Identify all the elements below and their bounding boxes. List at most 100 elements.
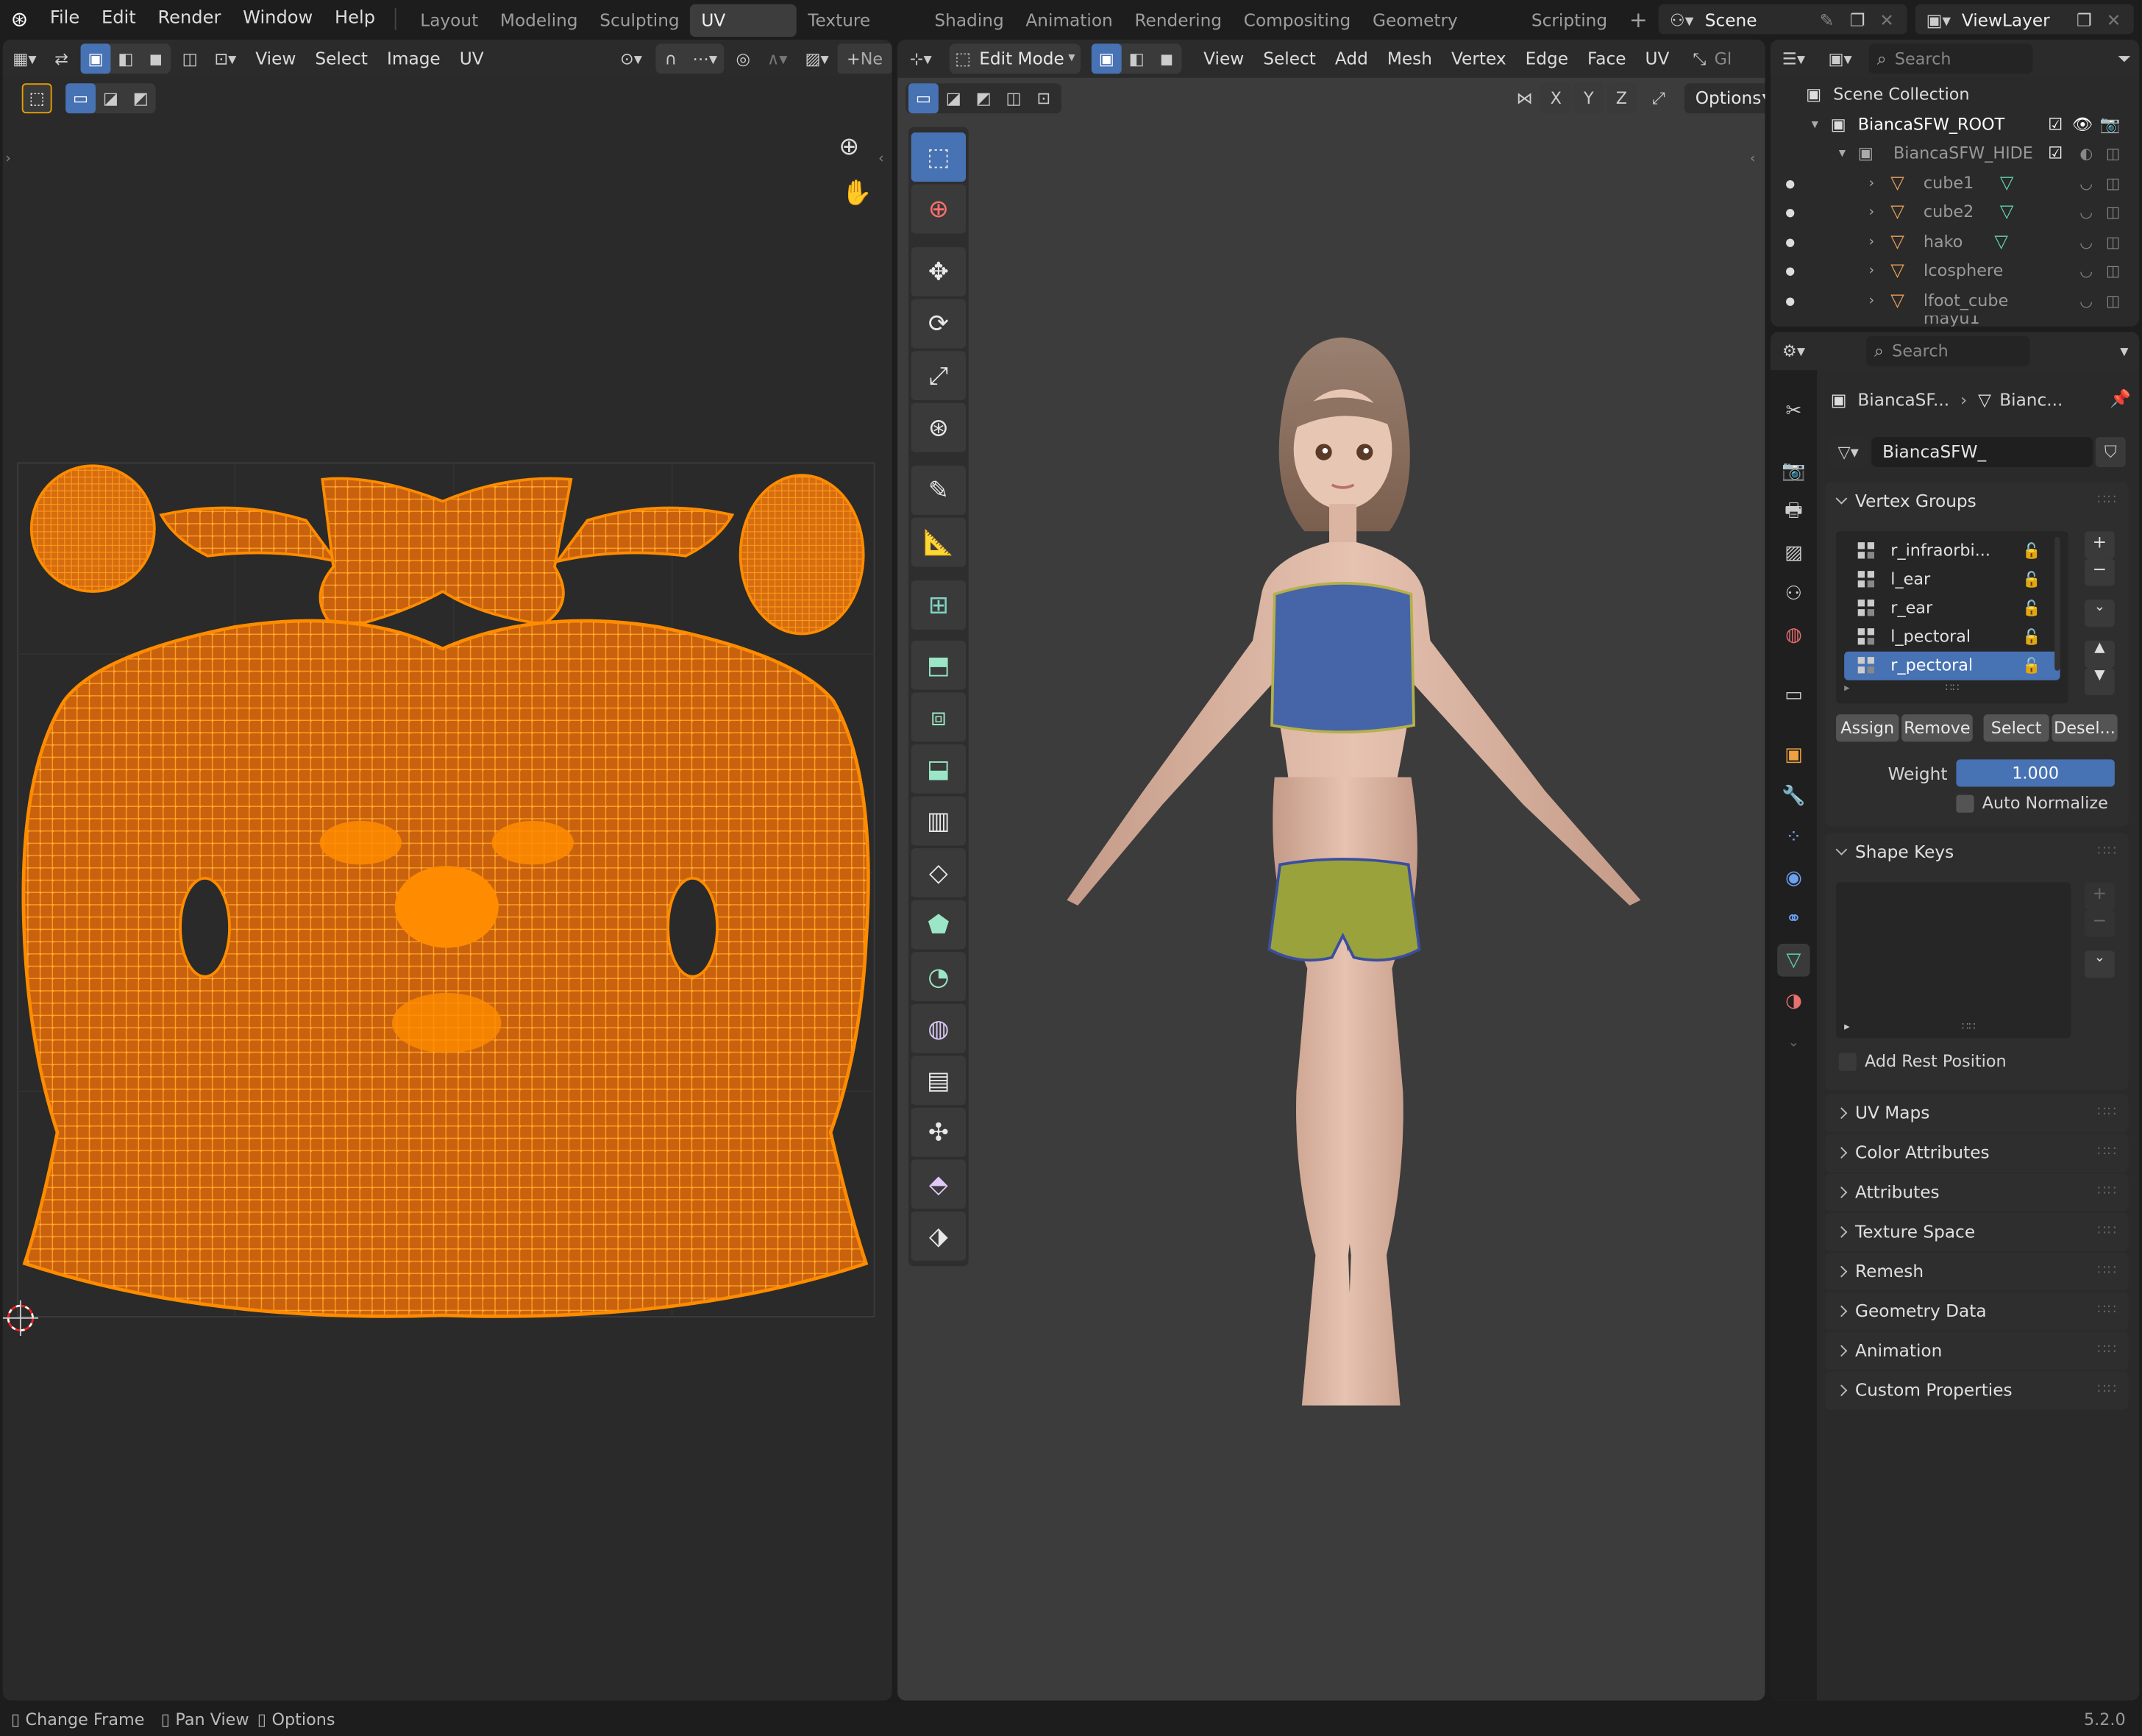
modifier-tab-icon[interactable]: 🔧	[1777, 780, 1810, 813]
tab-animation[interactable]: Animation	[1015, 4, 1124, 38]
tool-spin-icon[interactable]: ◔	[911, 952, 967, 1002]
remove-group-button[interactable]: −	[2085, 558, 2115, 586]
tab-modeling[interactable]: Modeling	[489, 4, 588, 38]
tool-annotate-icon[interactable]: ✎	[911, 466, 967, 516]
list-scrollbar[interactable]	[2054, 536, 2060, 671]
tool-shear-icon[interactable]: ⬘	[911, 1159, 967, 1209]
add-group-button[interactable]: +	[2085, 531, 2115, 559]
mesh-browse-icon[interactable]: ▽▾	[1827, 437, 1869, 468]
display-mode-icon[interactable]: ▣▾	[1817, 43, 1863, 74]
panel-custom-properties[interactable]: Custom Properties ∷∷	[1825, 1371, 2129, 1410]
outliner-item-hako[interactable]: ● › ▽ hako ▽ ◡ ◫	[1771, 227, 2139, 257]
vp-select-subtract-icon[interactable]: ◩	[969, 83, 999, 113]
menu-help[interactable]: Help	[324, 0, 386, 38]
vp-menu-mesh[interactable]: Mesh	[1378, 40, 1442, 78]
lock-icon[interactable]: 🔓	[2022, 652, 2040, 680]
expand-icon[interactable]: ›	[1869, 198, 1874, 227]
falloff-icon[interactable]: ∧▾	[758, 43, 797, 74]
add-shape-key-button[interactable]: +	[2085, 882, 2115, 910]
uv-island-body[interactable]	[21, 619, 870, 1318]
camera-icon[interactable]: ◫	[2106, 139, 2120, 168]
uv-island-strip-right[interactable]	[554, 506, 735, 564]
pan-hand-icon[interactable]: ✋	[842, 179, 872, 207]
edge-select-icon[interactable]: ◧	[110, 43, 140, 74]
menu-file[interactable]: File	[39, 0, 90, 38]
vertex-group-item[interactable]: r_ear 🔓	[1844, 594, 2060, 623]
uv-island-head-right[interactable]	[739, 474, 865, 636]
zoom-icon[interactable]: ⊕	[839, 132, 859, 161]
tab-scripting[interactable]: Scripting	[1520, 4, 1618, 38]
filter-expand-icon[interactable]: ▸	[1844, 682, 1849, 694]
render-tab-icon[interactable]: 📷	[1777, 455, 1810, 488]
top-garment[interactable]	[1270, 581, 1416, 734]
menu-render[interactable]: Render	[147, 0, 232, 38]
checkbox-icon[interactable]: ☑	[2048, 110, 2063, 139]
tool-shrink-fatten-icon[interactable]: ✣	[911, 1107, 967, 1157]
outliner-item-lfoot-cube[interactable]: ● › ▽ lfoot_cube ◡ ◫	[1771, 286, 2139, 316]
add-workspace-button[interactable]: +	[1618, 4, 1659, 38]
vp-select-invert-icon[interactable]: ◫	[999, 83, 1029, 113]
fake-user-shield-icon[interactable]: ⛉	[2095, 437, 2126, 468]
uv-island-bow[interactable]	[319, 477, 573, 632]
pivot-icon[interactable]: ⊙▾	[611, 43, 652, 74]
island-select-icon[interactable]: ◫	[175, 43, 205, 74]
transform-orientation-label[interactable]: Gl	[1715, 49, 1732, 68]
expand-icon[interactable]: ›	[1869, 286, 1874, 316]
mirror-icon[interactable]: ⋈	[1509, 83, 1540, 113]
scene-tab-icon[interactable]: ⚇	[1777, 577, 1810, 611]
new-scene-icon[interactable]: ❐	[1850, 9, 1880, 29]
tool-poly-build-icon[interactable]: ⬟	[911, 900, 967, 950]
uv-menu-uv[interactable]: UV	[450, 40, 494, 78]
panel-texture-space[interactable]: Texture Space ∷∷	[1825, 1212, 2129, 1251]
eye-icon[interactable]: 👁	[2072, 110, 2093, 139]
tab-compositing[interactable]: Compositing	[1233, 4, 1362, 38]
checkbox-icon[interactable]: ☑	[2048, 139, 2063, 168]
character-model[interactable]	[980, 327, 1765, 1419]
resize-grip-icon[interactable]: ∷∷	[1962, 1020, 1976, 1033]
mirror-x-toggle[interactable]: X	[1540, 83, 1571, 114]
select-box-tool-icon[interactable]: ⬚	[21, 83, 52, 114]
vp-menu-uv[interactable]: UV	[1636, 40, 1679, 78]
vp-select-extend-icon[interactable]: ◪	[939, 83, 969, 113]
tool-inset-icon[interactable]: ⧈	[911, 692, 967, 742]
tool-bevel-icon[interactable]: ⬓	[911, 744, 967, 794]
outliner-scene-collection[interactable]: ▣ Scene Collection	[1771, 81, 2139, 110]
menu-edit[interactable]: Edit	[90, 0, 146, 38]
uv-island-head-left[interactable]	[29, 464, 156, 593]
lock-icon[interactable]: 🔓	[2022, 594, 2040, 623]
particles-tab-icon[interactable]: ⁘	[1777, 821, 1810, 854]
remove-button[interactable]: Remove	[1901, 714, 1973, 742]
collection-tab-icon[interactable]: ▭	[1777, 679, 1810, 712]
outliner-item-cube1[interactable]: ● › ▽ cube1 ▽ ◡ ◫	[1771, 168, 2139, 198]
blender-logo-icon[interactable]: ⊛	[0, 7, 39, 31]
outliner-item-cube2[interactable]: ● › ▽ cube2 ▽ ◡ ◫	[1771, 198, 2139, 227]
expand-icon[interactable]: ▾	[1812, 110, 1818, 139]
vertex-group-item[interactable]: l_ear 🔓	[1844, 566, 2060, 594]
vp-sidebar-toggle-icon[interactable]: ‹	[1750, 152, 1755, 166]
tab-texture-paint[interactable]: Texture Paint	[797, 4, 923, 63]
eye-icon[interactable]: ◡	[2079, 257, 2093, 286]
tab-layout[interactable]: Layout	[409, 4, 489, 38]
vp-menu-select[interactable]: Select	[1253, 40, 1326, 78]
shape-keys-header[interactable]: Shape Keys ∷∷	[1825, 833, 2128, 872]
camera-icon[interactable]: ◫	[2106, 286, 2120, 316]
tool-add-cube-icon[interactable]: ⊞	[911, 580, 967, 630]
uv-cursor[interactable]	[2, 1300, 39, 1336]
drag-grip-icon[interactable]: ∷∷	[2097, 1253, 2117, 1291]
editor-type-icon[interactable]: ▦▾	[3, 43, 46, 74]
auto-normalize-checkbox[interactable]: Auto Normalize	[1956, 794, 2108, 813]
move-down-button[interactable]: ▼	[2085, 667, 2115, 696]
panel-uv-maps[interactable]: UV Maps ∷∷	[1825, 1094, 2129, 1133]
tool-rotate-icon[interactable]: ⟳	[911, 299, 967, 349]
options-dropdown[interactable]: Options ▾	[1684, 83, 1765, 114]
move-up-button[interactable]: ▲	[2085, 640, 2115, 668]
tool-rip-icon[interactable]: ⬗	[911, 1211, 967, 1261]
tool-tab-icon[interactable]: ✂	[1777, 395, 1810, 428]
select-button[interactable]: Select	[1983, 714, 2049, 742]
weight-slider[interactable]: 1.000	[1956, 759, 2115, 787]
mesh-name-field[interactable]: BiancaSFW_	[1871, 437, 2093, 468]
edge-mode-icon[interactable]: ◧	[1122, 43, 1152, 74]
outliner-type-icon[interactable]: ☰▾	[1771, 43, 1817, 74]
filter-expand-icon[interactable]: ▸	[1844, 1020, 1849, 1033]
outliner-item-hide[interactable]: ▾ ▣ BiancaSFW_HIDE ☑ ◐ ◫	[1771, 139, 2139, 168]
